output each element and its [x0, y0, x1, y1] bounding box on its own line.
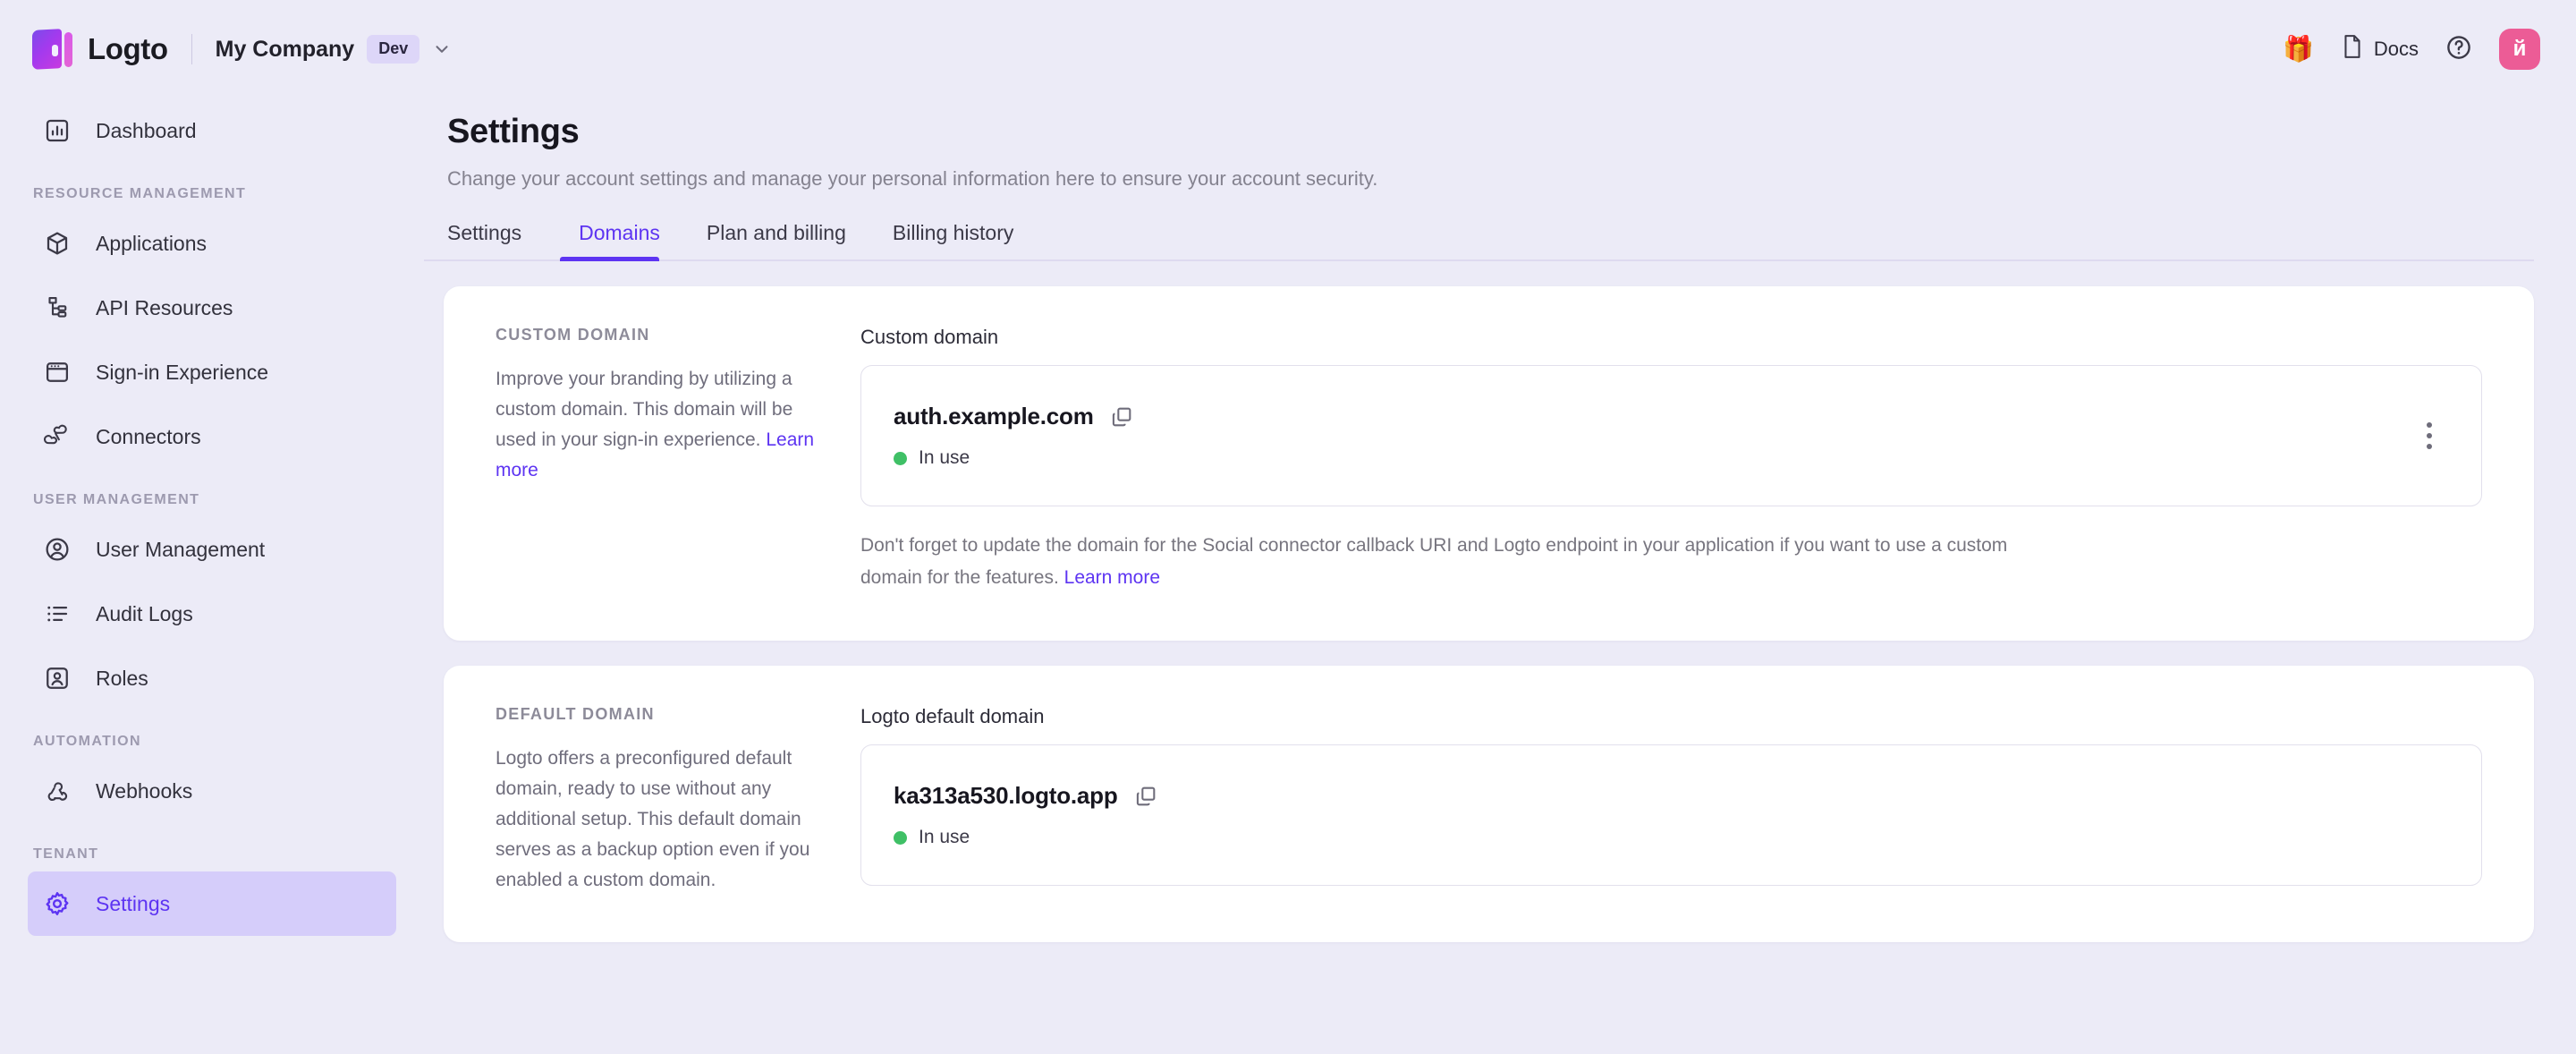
- more-vertical-icon[interactable]: [2410, 416, 2449, 455]
- top-bar: Logto My Company Dev 🎁 Docs й: [0, 0, 2576, 98]
- topbar-actions: 🎁 Docs й: [2283, 29, 2576, 70]
- sidebar-item-roles[interactable]: Roles: [28, 646, 396, 710]
- sidebar-item-settings[interactable]: Settings: [28, 871, 396, 936]
- sidebar-item-label: Sign-in Experience: [96, 360, 269, 384]
- sidebar-item-dashboard[interactable]: Dashboard: [28, 98, 396, 163]
- sidebar-item-audit-logs[interactable]: Audit Logs: [28, 582, 396, 646]
- sidebar-item-connectors[interactable]: Connectors: [28, 404, 396, 469]
- custom-domain-card-info: CUSTOM DOMAIN Improve your branding by u…: [496, 326, 860, 594]
- custom-domain-name-row: auth.example.com: [894, 403, 2410, 430]
- sidebar-item-applications[interactable]: Applications: [28, 211, 396, 276]
- custom-domain-details: auth.example.com In use: [894, 403, 2410, 469]
- default-domain-box: ka313a530.logto.app In use: [860, 744, 2482, 886]
- page-subtitle: Change your account settings and manage …: [447, 167, 1378, 190]
- connectors-icon: [42, 421, 72, 452]
- webhook-icon: [42, 776, 72, 806]
- default-domain-card-info: DEFAULT DOMAIN Logto offers a preconfigu…: [496, 705, 860, 896]
- default-domain-card: DEFAULT DOMAIN Logto offers a preconfigu…: [444, 666, 2534, 942]
- sidebar-section-resource-management: RESOURCE MANAGEMENT: [33, 186, 247, 201]
- default-domain-description: Logto offers a preconfigured default dom…: [496, 748, 810, 890]
- custom-domain-description-text: Improve your branding by utilizing a cus…: [496, 369, 793, 450]
- env-badge: Dev: [367, 35, 420, 64]
- sidebar-item-label: Roles: [96, 666, 148, 690]
- cube-icon: [42, 228, 72, 259]
- logto-logo-icon: [32, 28, 73, 71]
- default-domain-card-body: Logto default domain ka313a530.logto.app…: [860, 705, 2482, 896]
- tab-plan-and-billing[interactable]: Plan and billing: [688, 221, 865, 259]
- api-stack-icon: [42, 293, 72, 323]
- custom-domain-card: CUSTOM DOMAIN Improve your branding by u…: [444, 286, 2534, 641]
- sidebar-item-user-management[interactable]: User Management: [28, 517, 396, 582]
- list-icon: [42, 599, 72, 629]
- custom-domain-note: Don't forget to update the domain for th…: [860, 530, 2050, 594]
- browser-window-icon: [42, 357, 72, 387]
- brand-area[interactable]: Logto My Company Dev: [0, 28, 452, 71]
- avatar[interactable]: й: [2499, 29, 2540, 70]
- custom-domain-note-learn-more-link[interactable]: Learn more: [1064, 567, 1160, 588]
- sidebar: Get Started Dashboard RESOURCE MANAGEMEN…: [0, 98, 424, 1054]
- tenant-name: My Company: [215, 36, 355, 62]
- default-domain-value: ka313a530.logto.app: [894, 782, 1118, 809]
- brand-divider: [191, 34, 192, 64]
- docs-label: Docs: [2373, 38, 2419, 60]
- sidebar-section-user-management: USER MANAGEMENT: [33, 492, 200, 507]
- sidebar-item-webhooks[interactable]: Webhooks: [28, 759, 396, 823]
- sidebar-section-tenant: TENANT: [33, 846, 99, 862]
- status-badge: In use: [919, 827, 970, 847]
- default-domain-section-label: DEFAULT DOMAIN: [496, 705, 655, 723]
- brand-name: Logto: [88, 32, 168, 65]
- custom-domain-field-title: Custom domain: [860, 326, 999, 348]
- sidebar-item-label: User Management: [96, 537, 266, 561]
- document-icon: [2341, 34, 2364, 64]
- user-badge-icon: [42, 663, 72, 693]
- gear-icon: [42, 888, 72, 919]
- question-circle-icon[interactable]: [2445, 34, 2472, 65]
- docs-link[interactable]: Docs: [2341, 34, 2419, 64]
- custom-domain-card-body: Custom domain auth.example.com In use Do…: [860, 326, 2482, 594]
- copy-icon[interactable]: [1134, 785, 1157, 808]
- custom-domain-section-label: CUSTOM DOMAIN: [496, 326, 650, 344]
- tab-domains[interactable]: Domains: [560, 221, 679, 261]
- status-dot-icon: [894, 830, 907, 845]
- sidebar-item-sign-in-experience[interactable]: Sign-in Experience: [28, 340, 396, 404]
- main-content: Settings Change your account settings an…: [424, 98, 2576, 1054]
- custom-domain-value: auth.example.com: [894, 403, 1094, 429]
- sidebar-item-label: Applications: [96, 231, 208, 255]
- sidebar-item-label: Webhooks: [96, 778, 193, 803]
- sidebar-item-label: Dashboard: [96, 118, 197, 142]
- status-badge: In use: [919, 447, 970, 468]
- custom-domain-status: In use: [894, 447, 2410, 469]
- copy-icon[interactable]: [1110, 405, 1133, 429]
- sidebar-nav: Get Started Dashboard RESOURCE MANAGEMEN…: [0, 98, 424, 936]
- default-domain-field-title: Logto default domain: [860, 705, 1045, 727]
- status-dot-icon: [894, 451, 907, 465]
- default-domain-name-row: ka313a530.logto.app: [894, 782, 2449, 810]
- default-domain-status: In use: [894, 827, 2449, 848]
- custom-domain-note-text: Don't forget to update the domain for th…: [860, 535, 2008, 588]
- sidebar-item-label: API Resources: [96, 295, 233, 319]
- user-circle-icon: [42, 534, 72, 565]
- page-title: Settings: [447, 113, 580, 150]
- custom-domain-box: auth.example.com In use: [860, 365, 2482, 506]
- tab-billing-history[interactable]: Billing history: [874, 221, 1033, 259]
- gift-icon[interactable]: 🎁: [2283, 37, 2314, 62]
- sidebar-item-api-resources[interactable]: API Resources: [28, 276, 396, 340]
- tab-settings[interactable]: Settings: [447, 221, 540, 259]
- sidebar-item-label: Audit Logs: [96, 601, 193, 625]
- sidebar-section-automation: AUTOMATION: [33, 734, 141, 749]
- sidebar-item-label: Settings: [96, 891, 171, 915]
- tab-bar: Settings Domains Plan and billing Billin…: [424, 191, 2534, 261]
- chevron-down-icon[interactable]: [432, 39, 452, 59]
- sidebar-item-label: Connectors: [96, 424, 201, 448]
- tenant-selector[interactable]: My Company Dev: [216, 35, 453, 64]
- default-domain-details: ka313a530.logto.app In use: [894, 782, 2449, 848]
- custom-domain-description: Improve your branding by utilizing a cus…: [496, 364, 825, 486]
- bar-chart-icon: [42, 115, 72, 146]
